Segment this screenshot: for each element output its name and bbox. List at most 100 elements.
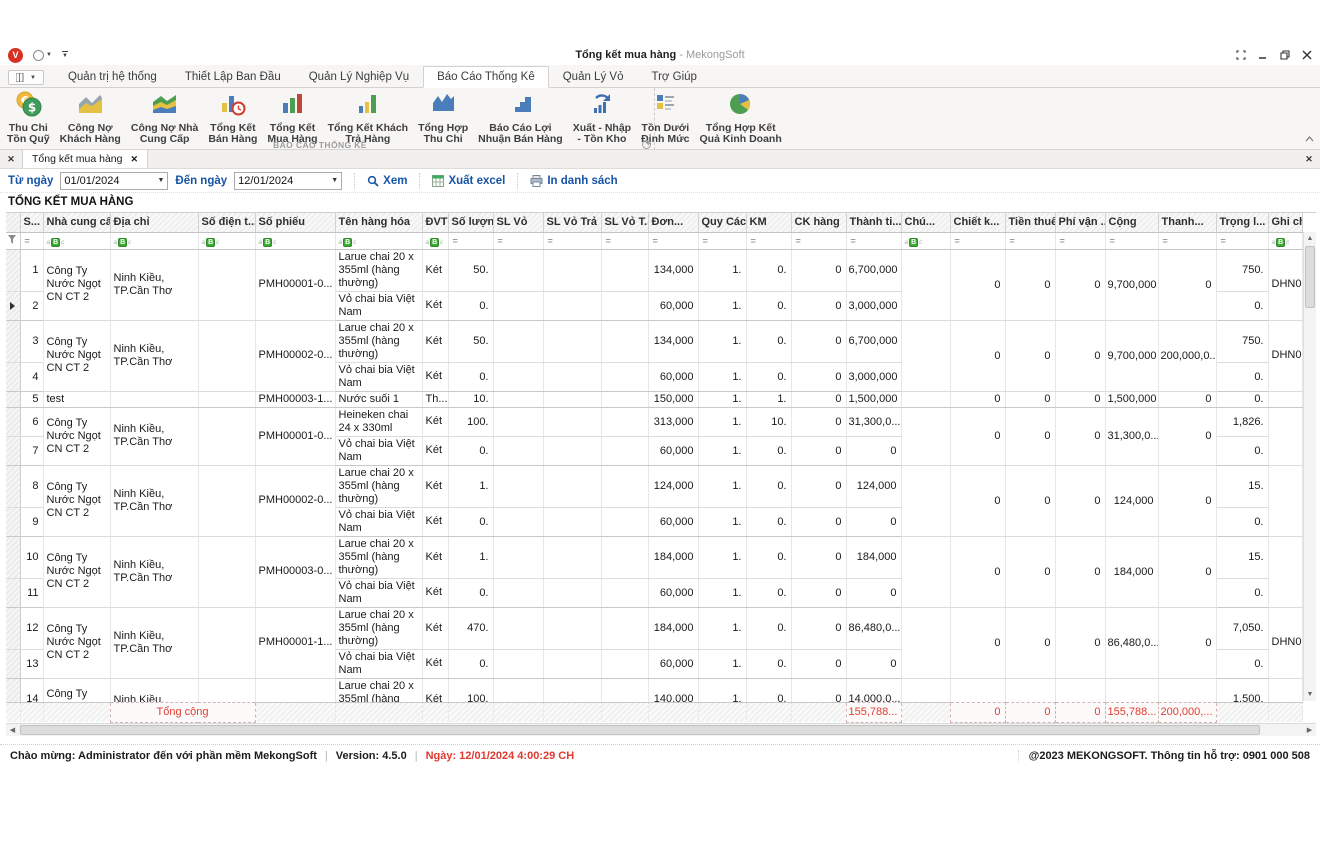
cell-ncc[interactable]: Công Ty Nước Ngọt CN CT 2 [43,320,110,391]
cell-sdt[interactable] [198,465,255,536]
cell-cong[interactable]: 124,000 [1105,465,1158,536]
ribbon-button-công-nợ-nhà-cung-cấp[interactable]: Công Nợ NhàCung Cấp [126,91,204,145]
cell-slvot[interactable] [601,320,648,362]
cell-quycach[interactable]: 1. [698,578,746,607]
ribbon-tab-quản-lý-nghiệp-vụ[interactable]: Quản Lý Nghiệp Vụ [295,66,423,88]
cell-chu[interactable] [901,607,950,678]
cell-ten[interactable]: Vỏ chai bia Việt Nam [335,436,422,465]
cell-sdt[interactable] [198,250,255,321]
cell-chu[interactable] [901,678,950,702]
cell-km[interactable]: 10. [746,407,791,436]
cell-km[interactable]: 0. [746,436,791,465]
cell-ghichu[interactable] [1268,391,1302,407]
cell-sl[interactable]: 1. [448,536,493,578]
cell-chietk[interactable]: 0 [950,391,1005,407]
ribbon-button-tồn-dưới-định-mức[interactable]: Tồn DướiĐịnh Mức [636,91,694,145]
column-header-sl[interactable]: Số lượng [448,213,493,232]
filter-cell-dvt[interactable]: aBc [422,232,448,249]
cell-trongl[interactable]: 15. [1216,536,1268,578]
row-indicator[interactable] [6,678,20,702]
cell-ten[interactable]: Larue chai 20 x 355ml (hàng thường) [335,250,422,292]
cell-stt[interactable]: 7 [20,436,43,465]
cell-dvt[interactable]: Két [422,678,448,702]
cell-chietk[interactable]: 0 [950,407,1005,465]
cell-slvo[interactable] [493,649,543,678]
cell-trongl[interactable]: 1,826. [1216,407,1268,436]
cell-ck[interactable]: 0 [791,536,846,578]
cell-chu[interactable] [901,320,950,391]
cell-slvotra[interactable] [543,291,601,320]
cell-slvotra[interactable] [543,678,601,702]
group-dialog-launcher-icon[interactable]: ◥ [642,140,651,149]
cell-tienthue[interactable]: 0 [1005,465,1055,536]
filter-cell-km[interactable]: = [746,232,791,249]
cell-sdt[interactable] [198,678,255,702]
cell-quycach[interactable]: 1. [698,291,746,320]
cell-thanhtien[interactable]: 184,000 [846,536,901,578]
cell-thanh[interactable]: 200,000,0... [1158,320,1216,391]
cell-thanhtien[interactable]: 3,000,000 [846,362,901,391]
cell-diachi[interactable]: Ninh Kiều, TP.Cần Thơ [110,678,198,702]
ribbon-button-tổng-hợp-kết-quả-kinh-doanh[interactable]: Tổng Hợp KếtQuả Kinh Doanh [695,91,787,145]
close-document-button[interactable]: ✕ [1298,150,1320,168]
column-header-quycach[interactable]: Quy Cách [698,213,746,232]
cell-slvotra[interactable] [543,536,601,578]
column-header-ck[interactable]: CK hàng [791,213,846,232]
to-date-combobox[interactable]: 12/01/2024 ▼ [234,172,342,190]
cell-trongl[interactable]: 7,050. [1216,607,1268,649]
ribbon-button-báo-cáo-lợi-nhuận-bán-hàng[interactable]: Báo Cáo LợiNhuận Bán Hàng [473,91,568,145]
cell-tienthue[interactable]: 0 [1005,607,1055,678]
cell-slvot[interactable] [601,578,648,607]
cell-thanh[interactable]: 0 [1158,391,1216,407]
cell-trongl[interactable]: 0. [1216,436,1268,465]
cell-slvot[interactable] [601,250,648,292]
qat-record-button[interactable]: ▼ [33,50,52,61]
cell-ck[interactable]: 0 [791,250,846,292]
print-list-button[interactable]: In danh sách [530,175,617,187]
cell-slvotra[interactable] [543,436,601,465]
cell-sophieu[interactable]: PMH00003-0... [255,536,335,607]
cell-don[interactable]: 134,000 [648,250,698,292]
cell-stt[interactable]: 4 [20,362,43,391]
row-indicator[interactable] [6,250,20,292]
cell-trongl[interactable]: 750. [1216,250,1268,292]
cell-stt[interactable]: 5 [20,391,43,407]
cell-don[interactable]: 60,000 [648,362,698,391]
cell-km[interactable]: 0. [746,507,791,536]
table-row[interactable]: 3Công Ty Nước Ngọt CN CT 2Ninh Kiều, TP.… [6,320,1302,362]
cell-km[interactable]: 0. [746,536,791,578]
cell-km[interactable]: 0. [746,649,791,678]
ribbon-button-xuất---nhập---tồn-kho[interactable]: Xuất - Nhập- Tồn Kho [568,91,636,145]
cell-quycach[interactable]: 1. [698,436,746,465]
cell-slvo[interactable] [493,465,543,507]
cell-slvotra[interactable] [543,578,601,607]
column-header-slvot[interactable]: SL Vỏ T... [601,213,648,232]
column-header-sdt[interactable]: Số điện t... [198,213,255,232]
filter-cell-sl[interactable]: = [448,232,493,249]
cell-quycach[interactable]: 1. [698,536,746,578]
horizontal-scrollbar[interactable]: ◀ ▶ [6,723,1316,736]
cell-cong[interactable]: 31,300,0... [1105,407,1158,465]
cell-phivan[interactable]: 0 [1055,250,1105,321]
qat-customize-button[interactable]: ▼ [62,51,68,59]
row-indicator[interactable] [6,649,20,678]
filter-cell-cong[interactable]: = [1105,232,1158,249]
cell-chu[interactable] [901,536,950,607]
cell-trongl[interactable]: 0. [1216,649,1268,678]
column-header-thanhtien[interactable]: Thành ti... [846,213,901,232]
cell-don[interactable]: 313,000 [648,407,698,436]
column-header-chu[interactable]: Chú... [901,213,950,232]
cell-stt[interactable]: 2 [20,291,43,320]
cell-stt[interactable]: 13 [20,649,43,678]
cell-ten[interactable]: Larue chai 20 x 355ml (hàng thường) [335,320,422,362]
cell-dvt[interactable]: Két [422,436,448,465]
cell-slvotra[interactable] [543,507,601,536]
cell-sophieu[interactable]: PMH00001-0... [255,407,335,465]
cell-diachi[interactable]: Ninh Kiều, TP.Cần Thơ [110,607,198,678]
cell-sophieu[interactable]: PMH00002-0... [255,465,335,536]
cell-stt[interactable]: 11 [20,578,43,607]
cell-quycach[interactable]: 1. [698,678,746,702]
cell-trongl[interactable]: 0. [1216,507,1268,536]
cell-ck[interactable]: 0 [791,362,846,391]
filter-cell-trongl[interactable]: = [1216,232,1268,249]
